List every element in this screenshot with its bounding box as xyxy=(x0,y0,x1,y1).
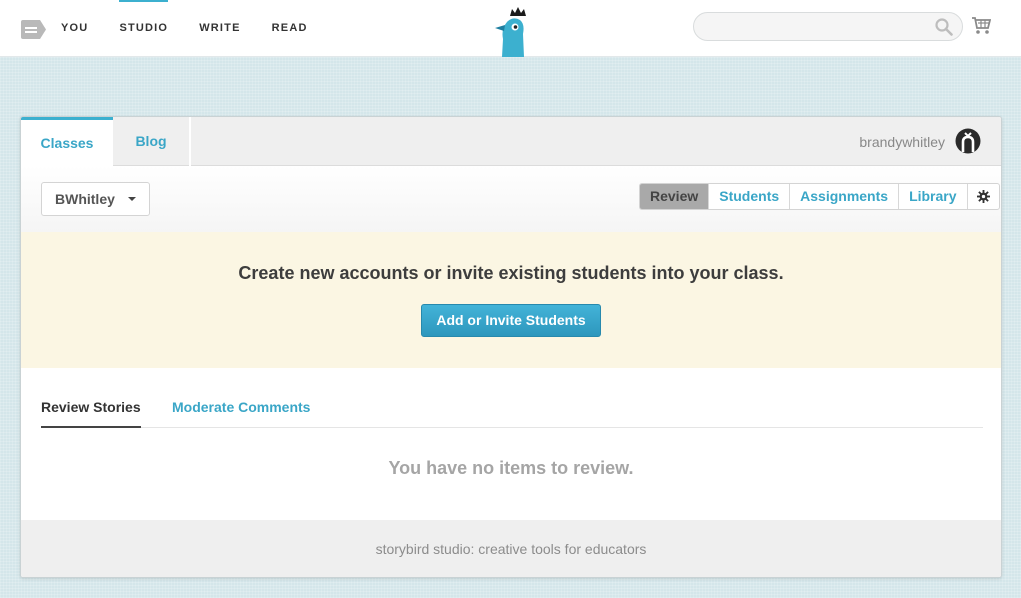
nav-you[interactable]: YOU xyxy=(61,0,88,57)
class-select-value: BWhitley xyxy=(55,191,115,207)
menu-icon[interactable] xyxy=(21,20,46,39)
empty-state-message: You have no items to review. xyxy=(388,458,634,478)
class-select[interactable]: BWhitley xyxy=(41,182,150,216)
tab-blog[interactable]: Blog xyxy=(113,117,191,166)
footer: storybird studio: creative tools for edu… xyxy=(21,520,1001,577)
class-toolbar: BWhitley Review Students Assignments Lib… xyxy=(21,166,1001,232)
tab-classes[interactable]: Classes xyxy=(21,117,113,167)
username[interactable]: brandywhitley xyxy=(859,134,945,150)
top-nav: YOU STUDIO WRITE READ xyxy=(61,0,339,57)
segment-assignments[interactable]: Assignments xyxy=(790,184,900,209)
main-panel: Classes Blog brandywhitley BWhitley Revi… xyxy=(20,116,1002,578)
storybird-logo[interactable] xyxy=(493,4,531,57)
review-tabs: Review Stories Moderate Comments xyxy=(41,368,983,428)
segment-students[interactable]: Students xyxy=(709,184,791,209)
chevron-down-icon xyxy=(128,197,136,201)
top-bar: YOU STUDIO WRITE READ xyxy=(0,0,1021,57)
settings-button[interactable] xyxy=(968,184,999,209)
banner-text: Create new accounts or invite existing s… xyxy=(238,263,784,283)
add-invite-students-button[interactable]: Add or Invite Students xyxy=(421,304,601,337)
panel-tabs: Classes Blog brandywhitley xyxy=(21,117,1001,167)
segment-review[interactable]: Review xyxy=(640,184,710,209)
footer-text: storybird studio: creative tools for edu… xyxy=(375,541,647,557)
search-icon[interactable] xyxy=(935,18,953,36)
nav-studio[interactable]: STUDIO xyxy=(119,0,168,57)
search-box xyxy=(693,12,963,41)
class-view-segments: Review Students Assignments Library xyxy=(639,183,1000,210)
search-input[interactable] xyxy=(706,13,936,40)
invite-banner: Create new accounts or invite existing s… xyxy=(21,232,1001,368)
nav-read[interactable]: READ xyxy=(272,0,308,57)
cart-icon[interactable] xyxy=(972,17,991,35)
nav-write[interactable]: WRITE xyxy=(199,0,240,57)
tab-moderate-comments[interactable]: Moderate Comments xyxy=(172,399,310,415)
tab-review-stories[interactable]: Review Stories xyxy=(41,399,141,428)
segment-library[interactable]: Library xyxy=(899,184,968,209)
avatar-icon[interactable] xyxy=(955,128,981,154)
gear-icon xyxy=(976,190,990,203)
